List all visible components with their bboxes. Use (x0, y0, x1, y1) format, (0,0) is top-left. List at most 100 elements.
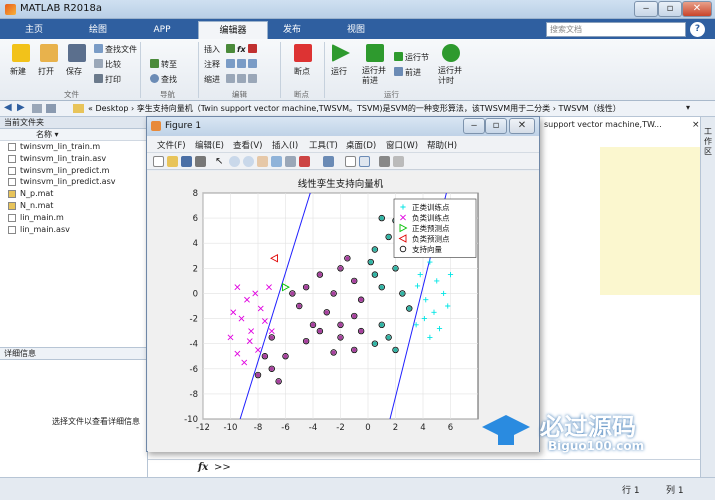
menu-help[interactable]: 帮助(H) (427, 139, 457, 151)
uncomment-icon[interactable] (237, 59, 246, 68)
name-column-header[interactable]: 名称 ▾ (0, 129, 147, 141)
workspace-tab[interactable]: 工作区 (704, 127, 713, 157)
save-button[interactable]: 保存 (66, 66, 82, 77)
hide-tools-icon[interactable] (379, 156, 390, 167)
browse-icon[interactable] (46, 104, 56, 113)
tab-home[interactable]: 主页 (6, 21, 62, 39)
menu-window[interactable]: 窗口(W) (386, 139, 418, 151)
run-time-icon[interactable] (442, 44, 460, 62)
advance-button[interactable]: 前进 (394, 67, 421, 78)
breakpoints-button[interactable]: 断点 (294, 66, 310, 77)
indent-icon[interactable] (237, 74, 246, 83)
save-icon[interactable] (181, 156, 192, 167)
menu-tools[interactable]: 工具(T) (309, 139, 338, 151)
list-item[interactable]: twinsvm_lin_train.asv (0, 153, 147, 165)
fx-icon[interactable]: fx (198, 462, 208, 473)
tab-apps[interactable]: APP (134, 21, 190, 39)
tab-plots[interactable]: 绘图 (70, 21, 126, 39)
fx-icon[interactable]: fx (237, 45, 246, 54)
run-advance-icon[interactable] (366, 44, 384, 62)
link-plot-icon[interactable] (323, 156, 334, 167)
figure-maximize-button[interactable]: ▫ (485, 118, 507, 134)
tab-editor[interactable]: 编辑器 (198, 21, 268, 39)
up-folder-icon[interactable] (32, 104, 42, 113)
list-item[interactable]: N_n.mat (0, 200, 147, 212)
legend-icon[interactable] (359, 156, 370, 167)
brush-icon[interactable] (299, 156, 310, 167)
save-icon[interactable] (68, 44, 86, 62)
goto-button[interactable]: 转至 (150, 59, 177, 70)
list-item[interactable]: lin_main.asv (0, 224, 147, 236)
new-button[interactable]: 新建 (10, 66, 26, 77)
tab-view[interactable]: 视图 (328, 21, 384, 39)
comment-button[interactable]: 注释 (204, 59, 220, 70)
menu-view[interactable]: 查看(V) (233, 139, 262, 151)
tab-publish[interactable]: 发布 (264, 21, 320, 39)
menu-insert[interactable]: 插入(I) (272, 139, 298, 151)
outdent-icon[interactable] (248, 74, 257, 83)
maximize-button[interactable]: ▫ (658, 1, 682, 17)
run-section-button[interactable]: 运行节 (394, 52, 429, 63)
editor-tab[interactable]: support vector machine,TW... (544, 120, 662, 129)
compare-button[interactable]: 比较 (94, 59, 121, 70)
support-vector-fill (393, 266, 398, 271)
print-button[interactable]: 打印 (94, 74, 121, 85)
row-label: 行 (622, 486, 632, 496)
insert-section-icon[interactable] (226, 44, 235, 53)
indent-button[interactable]: 缩进 (204, 74, 220, 85)
show-tools-icon[interactable] (393, 156, 404, 167)
print-icon[interactable] (195, 156, 206, 167)
figure-title-bar[interactable]: Figure 1 ‒ ▫ ✕ (147, 117, 539, 136)
menu-edit[interactable]: 编辑(E) (195, 139, 224, 151)
search-input[interactable]: 搜索文档 (546, 22, 686, 37)
list-item[interactable]: N_p.mat (0, 188, 147, 200)
comment-icon[interactable] (226, 59, 235, 68)
insert-button[interactable]: 插入 (204, 44, 220, 55)
run-time-button[interactable]: 运行并计时 (438, 66, 464, 86)
list-item[interactable]: twinsvm_lin_predict.asv (0, 176, 147, 188)
figure-window[interactable]: Figure 1 ‒ ▫ ✕ 文件(F) 编辑(E) 查看(V) 插入(I) 工… (146, 116, 540, 452)
colorbar-icon[interactable] (345, 156, 356, 167)
path-dropdown-icon[interactable]: ▾ (686, 103, 690, 112)
find-button[interactable]: 查找 (150, 74, 177, 85)
y-tick-label: -4 (190, 340, 198, 350)
back-arrow-icon[interactable]: ◀ (4, 102, 12, 113)
new-figure-icon[interactable] (153, 156, 164, 167)
script-icon[interactable] (248, 44, 258, 53)
pan-icon[interactable] (257, 156, 268, 167)
menu-file[interactable]: 文件(F) (157, 139, 186, 151)
find-files-button[interactable]: 查找文件 (94, 44, 137, 55)
run-advance-button[interactable]: 运行并前进 (362, 66, 388, 86)
data-cursor-icon[interactable] (285, 156, 296, 167)
y-tick-label: 4 (193, 239, 198, 249)
run-icon[interactable] (332, 44, 350, 62)
command-window[interactable]: fx >> (148, 459, 700, 477)
editor-close-icon[interactable]: × (692, 120, 700, 130)
open-icon[interactable] (167, 156, 178, 167)
close-button[interactable]: ✕ (682, 1, 712, 17)
wrap-comment-icon[interactable] (248, 59, 257, 68)
breakpoint-icon[interactable] (294, 44, 312, 62)
run-button[interactable]: 运行 (331, 66, 347, 77)
list-item[interactable]: lin_main.m (0, 212, 147, 224)
figure-close-button[interactable]: ✕ (509, 118, 535, 134)
help-icon[interactable]: ? (690, 22, 705, 37)
list-item[interactable]: twinsvm_lin_train.m (0, 141, 147, 153)
list-item[interactable]: twinsvm_lin_predict.m (0, 165, 147, 177)
smart-indent-icon[interactable] (226, 74, 235, 83)
name-column-label: 名称 (36, 130, 52, 139)
pointer-icon[interactable]: ↖ (215, 156, 226, 167)
open-button[interactable]: 打开 (38, 66, 54, 77)
row-indicator: 行 1 (622, 483, 640, 496)
workspace-collapsed-panel[interactable]: 工作区 (700, 117, 715, 477)
menu-desktop[interactable]: 桌面(D) (346, 139, 376, 151)
new-icon[interactable] (12, 44, 30, 62)
current-path[interactable]: « Desktop › 孪生支持向量机（Twin support vector … (88, 103, 621, 114)
zoom-in-icon[interactable] (229, 156, 240, 167)
open-folder-icon[interactable] (40, 44, 58, 62)
forward-arrow-icon[interactable]: ▶ (17, 102, 25, 113)
rotate-icon[interactable] (271, 156, 282, 167)
figure-minimize-button[interactable]: ‒ (463, 118, 485, 134)
zoom-out-icon[interactable] (243, 156, 254, 167)
minimize-button[interactable]: ‒ (634, 1, 658, 17)
